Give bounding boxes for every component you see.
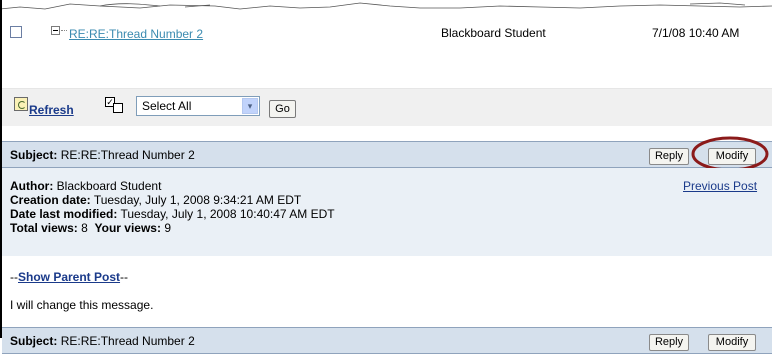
author-line: Author: Blackboard Student [10, 179, 161, 193]
subject-label: Subject: [10, 148, 58, 162]
row-select-checkbox[interactable] [10, 26, 22, 38]
show-parent-post-link[interactable]: Show Parent Post [18, 270, 120, 284]
creation-label: Creation date: [10, 193, 91, 207]
torn-edge [0, 2, 772, 10]
your-views-value: 9 [164, 221, 171, 235]
modified-label: Date last modified: [10, 207, 118, 221]
reply-button[interactable]: Reply [649, 148, 689, 165]
next-subject-label: Subject: [10, 334, 58, 348]
post-subject-bar: Subject: RE:RE:Thread Number 2 Reply Mod… [2, 141, 772, 168]
post-info-panel: Author: Blackboard Student Creation date… [2, 168, 772, 256]
message-text: I will change this message. [10, 298, 154, 312]
thread-toolbar: Refresh ✓ Select All ▾ Go [2, 88, 772, 126]
post-subject: Subject: RE:RE:Thread Number 2 [10, 148, 195, 162]
modified-value: Tuesday, July 1, 2008 10:40:47 AM EDT [120, 207, 335, 221]
tree-connector [61, 30, 67, 31]
next-post-subject-bar: Subject: RE:RE:Thread Number 2 Reply Mod… [2, 327, 772, 354]
thread-list-row: RE:RE:Thread Number 2 Blackboard Student… [0, 20, 772, 44]
parent-prefix: -- [10, 270, 18, 284]
select-all-checkbox-icon[interactable]: ✓ [105, 97, 125, 115]
next-modify-button[interactable]: Modify [708, 334, 756, 351]
creation-date-line: Creation date: Tuesday, July 1, 2008 9:3… [10, 193, 301, 207]
post-body: --Show Parent Post-- I will change this … [2, 256, 772, 327]
next-reply-button[interactable]: Reply [649, 334, 689, 351]
next-post-subject: Subject: RE:RE:Thread Number 2 [10, 334, 195, 348]
modified-date-line: Date last modified: Tuesday, July 1, 200… [10, 207, 335, 221]
collapse-tree-icon[interactable] [51, 26, 60, 35]
next-subject-value: RE:RE:Thread Number 2 [60, 334, 195, 348]
creation-value: Tuesday, July 1, 2008 9:34:21 AM EDT [93, 193, 302, 207]
go-button[interactable]: Go [269, 100, 296, 118]
total-views-value: 8 [81, 221, 88, 235]
chevron-down-icon[interactable]: ▾ [242, 98, 258, 114]
thread-author: Blackboard Student [441, 26, 546, 40]
refresh-icon[interactable] [14, 97, 28, 111]
subject-value: RE:RE:Thread Number 2 [60, 148, 195, 162]
refresh-link[interactable]: Refresh [29, 103, 74, 117]
author-label: Author: [10, 179, 54, 193]
views-line: Total views: 8 Your views: 9 [10, 221, 171, 235]
selection-dropdown[interactable]: Select All ▾ [136, 96, 260, 116]
previous-post-link[interactable]: Previous Post [683, 179, 757, 193]
parent-post-line: --Show Parent Post-- [10, 270, 128, 284]
selection-dropdown-value: Select All [142, 99, 192, 113]
parent-suffix: -- [120, 270, 129, 284]
total-views-label: Total views: [10, 221, 78, 235]
your-views-label: Your views: [94, 221, 161, 235]
thread-date: 7/1/08 10:40 AM [652, 26, 740, 40]
author-value: Blackboard Student [56, 179, 162, 193]
thread-title-link[interactable]: RE:RE:Thread Number 2 [69, 27, 203, 41]
